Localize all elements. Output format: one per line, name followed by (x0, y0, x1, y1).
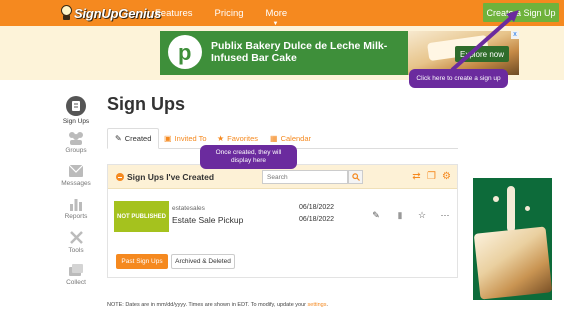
collect-icon (69, 264, 83, 276)
milk-drop (493, 196, 499, 202)
reports-icon (70, 199, 82, 211)
settings-link[interactable]: settings (308, 302, 327, 308)
sidebar-item-groups[interactable]: Groups (56, 131, 96, 154)
start-date: 06/18/2022 (299, 204, 335, 211)
footer-note-end: . (326, 302, 329, 308)
arrow-to-cta (450, 14, 515, 72)
tools-icon (69, 231, 83, 244)
pencil-icon: ✎ (115, 134, 122, 143)
page-title: Sign Ups (107, 94, 186, 114)
calendar-icon: ▦ (270, 134, 278, 143)
sidebar-label-reports: Reports (64, 213, 88, 220)
sidebar-label-tools: Tools (68, 247, 84, 254)
side-ad-image[interactable] (473, 178, 552, 300)
copy-icon[interactable]: ❐ (426, 171, 437, 182)
collapse-icon[interactable] (116, 173, 124, 181)
sidebar-item-tools[interactable]: Tools (56, 230, 96, 254)
tab-created-label: Created (124, 134, 152, 143)
footer-note: NOTE: Dates are in mm/dd/yyyy. Times are… (107, 302, 328, 308)
signups-icon (66, 96, 86, 116)
sidebar-label-groups: Groups (65, 147, 87, 154)
status-badge: NOT PUBLISHED (114, 201, 169, 232)
tab-calendar-label: Calendar (280, 134, 311, 143)
reports-bar-icon[interactable]: ▮ (394, 209, 406, 221)
groups-icon (69, 132, 83, 145)
sidebar-label-signups: Sign Ups (62, 118, 90, 125)
tab-invited-label: Invited To (174, 134, 207, 143)
sidebar-item-signups[interactable]: Sign Ups (56, 96, 96, 125)
account-name: estatesales (172, 205, 205, 212)
table-row[interactable]: NOT PUBLISHED estatesales Estate Sale Pi… (114, 201, 454, 232)
archived-deleted-button[interactable]: Archived & Deleted (171, 254, 235, 269)
display-here-tooltip: Once created, they will display here (200, 145, 297, 169)
favorite-star-icon[interactable]: ☆ (416, 209, 428, 221)
star-icon: ★ (217, 134, 225, 143)
search-icon (351, 173, 360, 181)
milk-splash (507, 186, 515, 232)
sidebar-item-messages[interactable]: Messages (56, 164, 96, 187)
footer-note-text: NOTE: Dates are in mm/dd/yyyy. Times are… (107, 302, 308, 308)
create-signup-tooltip: Click here to create a sign up (409, 69, 508, 88)
more-options-icon[interactable]: ⋯ (439, 209, 451, 221)
signup-title-link[interactable]: Estate Sale Pickup (172, 215, 243, 225)
edit-pencil-icon[interactable]: ✎ (370, 209, 382, 221)
tab-favorites-label: Favorites (227, 134, 259, 143)
sidebar-item-collect[interactable]: Collect (56, 263, 96, 286)
sort-icon[interactable]: ⇄ (411, 171, 422, 182)
past-signups-button[interactable]: Past Sign Ups (116, 254, 168, 269)
tab-invited-to[interactable]: ▣ Invited To (164, 128, 207, 149)
sidebar-item-reports[interactable]: Reports (56, 197, 96, 220)
end-date: 06/18/2022 (299, 216, 335, 223)
tab-created[interactable]: ✎ Created (107, 128, 160, 149)
inbox-icon: ▣ (164, 134, 172, 143)
sidebar-label-collect: Collect (66, 279, 86, 286)
messages-icon (68, 164, 84, 177)
cake-slice-image (473, 226, 552, 300)
gear-icon[interactable]: ⚙ (441, 171, 452, 182)
search-button[interactable] (348, 170, 363, 184)
card-title: Sign Ups I've Created (127, 172, 215, 182)
signups-card: Sign Ups I've Created ⇄ ❐ ⚙ NOT PUBLISHE… (107, 164, 458, 278)
sidebar-label-messages: Messages (61, 180, 91, 187)
search-input[interactable] (262, 170, 348, 184)
milk-drop (525, 206, 530, 211)
